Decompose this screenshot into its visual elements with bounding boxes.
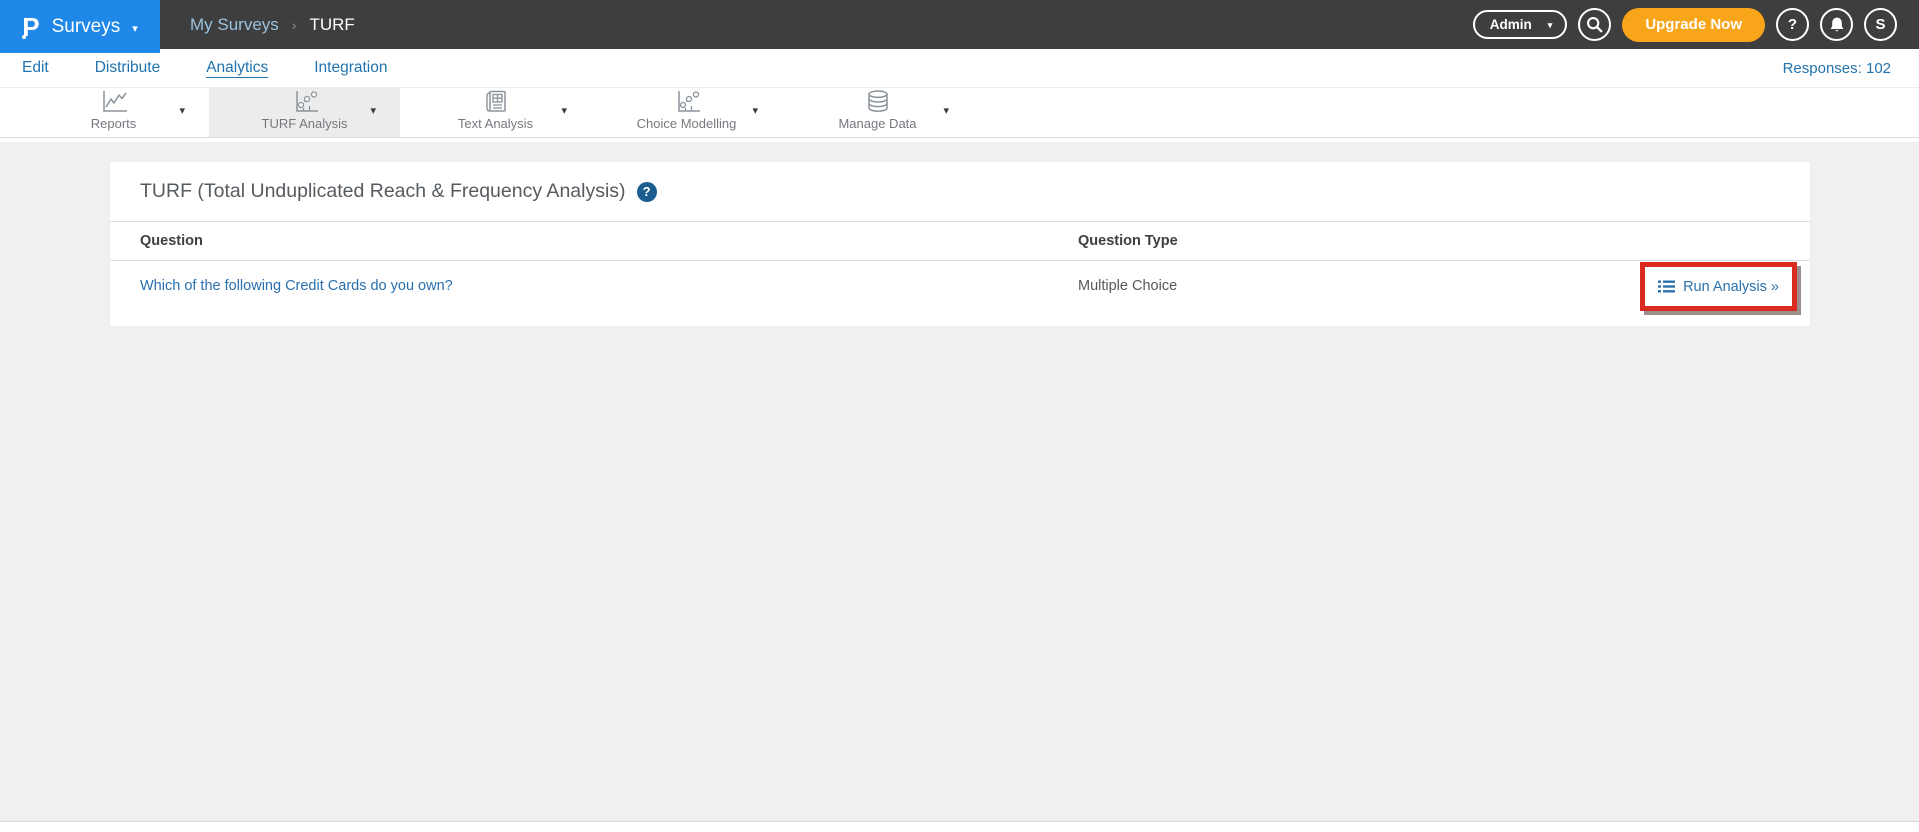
avatar-letter: S (1875, 16, 1886, 33)
question-type-cell: Multiple Choice (1078, 278, 1178, 294)
help-circle-icon[interactable]: ? (636, 181, 657, 202)
bell-icon (1828, 16, 1846, 34)
tab-edit[interactable]: Edit (22, 59, 49, 77)
scatter-chart-icon (291, 88, 319, 115)
chevron-down-icon[interactable]: ▾ (752, 104, 758, 117)
breadcrumb: My Surveys › TURF (190, 15, 355, 35)
tab-distribute[interactable]: Distribute (95, 59, 160, 77)
question-link[interactable]: Which of the following Credit Cards do y… (140, 278, 453, 294)
survey-section-nav: Edit Distribute Analytics Integration Re… (0, 49, 1919, 88)
line-chart-icon (99, 88, 129, 115)
toolbar-item-label: Reports (90, 116, 137, 131)
toolbar-item-text-analysis[interactable]: Text Analysis ▾ (400, 88, 591, 137)
analytics-toolbar: Reports ▾ TURF Analysis ▾ Text Analysis … (0, 88, 1919, 138)
question-mark-icon: ? (1787, 16, 1798, 33)
toolbar-item-label: Choice Modelling (636, 116, 737, 131)
main-content: TURF (Total Unduplicated Reach & Frequen… (0, 142, 1919, 821)
bottom-edge-strip (0, 821, 1919, 831)
chevron-down-icon: ▾ (132, 22, 138, 35)
user-avatar[interactable]: S (1864, 8, 1897, 41)
notifications-button[interactable] (1820, 8, 1853, 41)
run-analysis-label: Run Analysis » (1683, 278, 1779, 295)
chevron-down-icon[interactable]: ▾ (943, 104, 949, 117)
question-cell: Which of the following Credit Cards do y… (140, 261, 1078, 311)
tab-analytics[interactable]: Analytics (206, 59, 268, 77)
chevron-down-icon[interactable]: ▾ (561, 104, 567, 117)
breadcrumb-my-surveys[interactable]: My Surveys (190, 15, 279, 35)
topbar-actions: Admin ▾ Upgrade Now ? S (1472, 7, 1919, 42)
breadcrumb-separator-icon: › (291, 16, 297, 33)
chevron-down-icon: ▾ (1547, 20, 1553, 30)
toolbar-item-label: Manage Data (838, 116, 917, 131)
run-analysis-button[interactable]: Run Analysis » (1658, 279, 1779, 295)
turf-analysis-card: TURF (Total Unduplicated Reach & Frequen… (110, 162, 1810, 326)
table-header-row: Question Question Type (110, 221, 1810, 261)
toolbar-item-reports[interactable]: Reports ▾ (18, 88, 209, 137)
toolbar-item-choice-modelling[interactable]: Choice Modelling ▾ (591, 88, 782, 137)
admin-label: Admin (1489, 17, 1532, 32)
card-title-row: TURF (Total Unduplicated Reach & Frequen… (110, 162, 1810, 221)
toolbar-item-turf-analysis[interactable]: TURF Analysis ▾ (209, 88, 400, 137)
report-doc-icon (483, 88, 509, 115)
search-button[interactable] (1578, 8, 1612, 41)
surveys-app-switcher[interactable]: P Surveys ▾ (0, 0, 160, 53)
chevron-down-icon[interactable]: ▾ (179, 104, 185, 117)
page-title: TURF (Total Unduplicated Reach & Frequen… (140, 180, 626, 202)
breadcrumb-current-turf: TURF (309, 14, 355, 34)
list-icon (1658, 280, 1676, 293)
table-row: Which of the following Credit Cards do y… (110, 261, 1810, 326)
toolbar-item-label: Text Analysis (457, 116, 534, 131)
top-bar: P Surveys ▾ My Surveys › TURF Admin ▾ Up… (0, 0, 1919, 53)
responses-count: Responses: 102 (1782, 59, 1891, 77)
scatter-chart-icon (673, 88, 701, 115)
search-icon (1585, 15, 1604, 34)
column-header-question: Question (140, 233, 203, 249)
run-analysis-highlight-box: Run Analysis » (1640, 262, 1797, 311)
help-button[interactable]: ? (1776, 8, 1809, 41)
tab-integration[interactable]: Integration (314, 59, 387, 77)
upgrade-now-button[interactable]: Upgrade Now (1622, 7, 1765, 42)
chevron-down-icon[interactable]: ▾ (370, 104, 376, 117)
database-icon (865, 88, 891, 115)
admin-menu-button[interactable]: Admin ▾ (1472, 10, 1568, 39)
column-header-question-type: Question Type (1078, 233, 1178, 249)
toolbar-item-label: TURF Analysis (261, 116, 348, 131)
product-label: Surveys (51, 15, 121, 37)
proprofs-logo-icon: P (22, 11, 40, 42)
toolbar-item-manage-data[interactable]: Manage Data ▾ (782, 88, 973, 137)
